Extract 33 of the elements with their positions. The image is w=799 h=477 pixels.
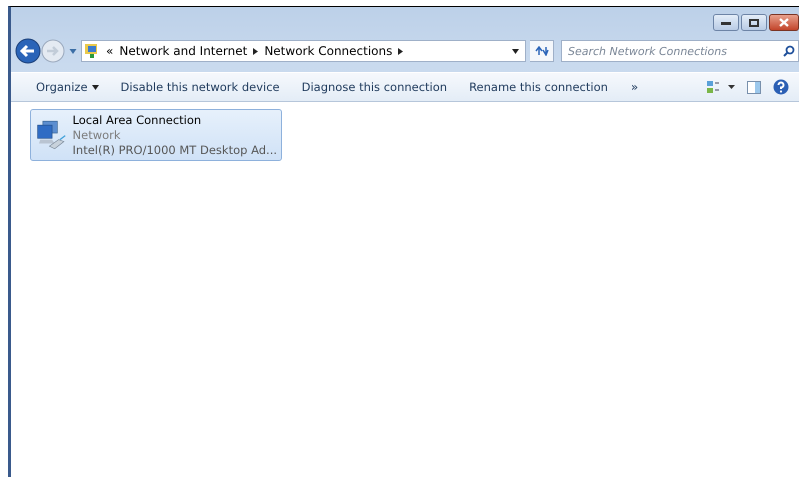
minimize-button[interactable] [713, 14, 739, 31]
maximize-icon [749, 18, 759, 26]
network-folder-icon [84, 43, 100, 59]
view-options-icon[interactable] [707, 81, 735, 93]
connection-status: Network [72, 128, 122, 143]
minimize-icon [721, 20, 731, 24]
chevron-right-icon[interactable] [398, 48, 404, 54]
toolbar-button[interactable]: Disable this network device [112, 76, 289, 98]
chevron-right-icon[interactable] [253, 48, 258, 54]
address-bar[interactable]: « Network and Internet Network Connections [81, 40, 526, 62]
toolbar-button[interactable]: Rename this connection [460, 76, 617, 98]
close-button[interactable] [769, 14, 799, 31]
refresh-icon [534, 46, 548, 56]
help-icon[interactable] [773, 79, 789, 95]
breadcrumb-item[interactable]: Network Connections [264, 44, 392, 58]
dropdown-icon[interactable] [512, 48, 519, 54]
connection-name: Local Area Connection [72, 113, 202, 128]
close-icon [779, 18, 789, 27]
connection-item[interactable]: Local Area Connection Network Intel(R) PRO/1000 MT Desktop Ad... [30, 109, 282, 161]
adapter-name: Intel(R) PRO/1000 MT Desktop Ad... [72, 143, 277, 158]
search-icon[interactable] [783, 45, 795, 57]
toolbar-button[interactable]: Diagnose this connection [292, 76, 456, 98]
breadcrumb-overflow[interactable]: « [106, 44, 114, 58]
recent-pages-icon[interactable] [69, 48, 77, 54]
refresh-button[interactable] [530, 40, 554, 62]
preview-pane-icon[interactable] [747, 80, 761, 94]
more-commands-button[interactable]: » [620, 80, 648, 94]
breadcrumb-item[interactable]: Network and Internet [119, 44, 248, 58]
maximize-button[interactable] [741, 14, 767, 31]
back-button[interactable] [15, 38, 41, 64]
search-field[interactable]: Search Network Connections [561, 40, 799, 62]
organize-menu-button[interactable]: Organize [27, 76, 108, 98]
caret-icon [92, 84, 99, 90]
